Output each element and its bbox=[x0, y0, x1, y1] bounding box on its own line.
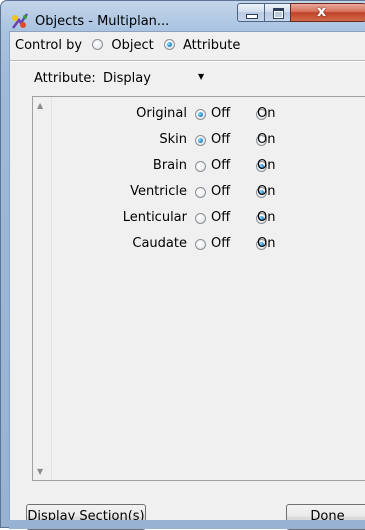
vertical-scrollbar[interactable]: ▲ ▼ bbox=[33, 97, 52, 480]
window-frame: Objects - Multiplan... x Control by Obje… bbox=[0, 0, 365, 530]
close-button[interactable]: x bbox=[290, 3, 365, 22]
minimize-icon bbox=[246, 14, 258, 19]
attribute-name: Ventricle bbox=[130, 184, 187, 199]
attribute-row-skin: Skin Off On bbox=[51, 129, 365, 151]
attribute-name: Lenticular bbox=[122, 210, 187, 225]
off-label: Off bbox=[211, 236, 231, 251]
control-by-label: Control by bbox=[15, 38, 83, 53]
maximize-icon bbox=[273, 8, 284, 19]
attribute-label: Attribute: bbox=[34, 71, 96, 86]
control-by-group: Control by Object Attribute bbox=[15, 38, 240, 53]
attribute-name: Brain bbox=[152, 158, 187, 173]
window-title: Objects - Multiplan... bbox=[35, 14, 170, 29]
control-object-label: Object bbox=[111, 38, 154, 53]
ventricle-off-radio[interactable] bbox=[195, 187, 206, 198]
attribute-name: Skin bbox=[159, 132, 187, 147]
dialog-client-area: Control by Object Attribute Attribute: D… bbox=[9, 31, 365, 530]
control-attribute-radio[interactable] bbox=[163, 39, 175, 50]
on-label: On bbox=[257, 106, 276, 121]
attribute-list-panel: ▲ ▼ Original Off On Skin Off On Brain Of… bbox=[32, 96, 365, 481]
control-attribute-label: Attribute bbox=[182, 38, 241, 53]
off-label: Off bbox=[211, 106, 231, 121]
app-icon bbox=[12, 13, 29, 29]
on-label: On bbox=[257, 184, 276, 199]
attribute-row-caudate: Caudate Off On bbox=[51, 233, 365, 255]
attribute-name: Original bbox=[136, 106, 187, 121]
off-label: Off bbox=[211, 158, 231, 173]
attribute-row-lenticular: Lenticular Off On bbox=[51, 207, 365, 229]
control-by-row: Control by Object Attribute bbox=[10, 32, 365, 60]
brain-off-radio[interactable] bbox=[195, 161, 206, 172]
close-icon: x bbox=[317, 4, 327, 20]
on-label: On bbox=[257, 236, 276, 251]
off-label: Off bbox=[211, 210, 231, 225]
attribute-name: Caudate bbox=[132, 236, 187, 251]
original-off-radio[interactable] bbox=[195, 109, 206, 120]
scroll-down-icon[interactable]: ▼ bbox=[37, 467, 43, 476]
off-label: Off bbox=[211, 184, 231, 199]
attribute-row-brain: Brain Off On bbox=[51, 155, 365, 177]
lenticular-off-radio[interactable] bbox=[195, 213, 206, 224]
scroll-up-icon[interactable]: ▲ bbox=[37, 101, 43, 110]
attribute-dropdown[interactable]: Display bbox=[103, 71, 151, 86]
caudate-off-radio[interactable] bbox=[195, 239, 206, 250]
attribute-row-original: Original Off On bbox=[51, 103, 365, 125]
attribute-selector-row: Attribute: Display ▼ bbox=[10, 62, 365, 94]
attribute-row-ventricle: Ventricle Off On bbox=[51, 181, 365, 203]
on-label: On bbox=[257, 132, 276, 147]
skin-off-radio[interactable] bbox=[195, 135, 206, 146]
off-label: Off bbox=[211, 132, 231, 147]
on-label: On bbox=[257, 158, 276, 173]
on-label: On bbox=[257, 210, 276, 225]
minimize-button[interactable] bbox=[237, 3, 265, 22]
chevron-down-icon[interactable]: ▼ bbox=[198, 72, 204, 81]
control-object-radio[interactable] bbox=[92, 39, 104, 50]
maximize-button[interactable] bbox=[264, 3, 291, 22]
